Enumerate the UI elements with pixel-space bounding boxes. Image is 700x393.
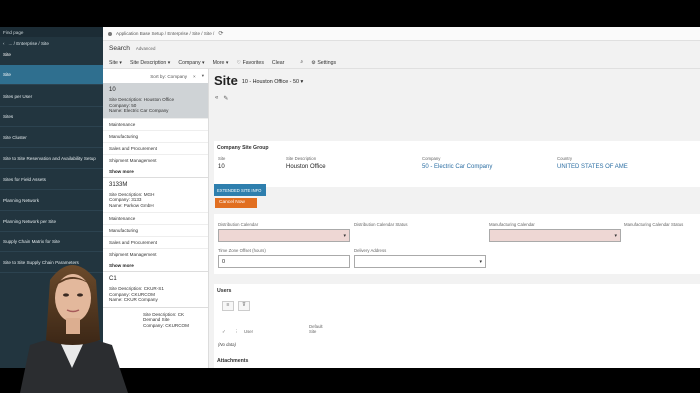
country-link[interactable]: UNITED STATES OF AME: [557, 164, 628, 170]
chevron-down-icon: ▾: [343, 233, 346, 239]
filter-site-description[interactable]: Site Description ▾: [130, 60, 170, 66]
presenter-video-overlay: [20, 265, 128, 393]
extended-site-info-group: Distribution Calendar ▾ Distribution Cal…: [214, 214, 700, 274]
close-icon[interactable]: ×: [193, 74, 196, 79]
distribution-calendar-field[interactable]: ▾: [218, 229, 350, 242]
settings-button[interactable]: ⚙ Settings: [311, 60, 336, 66]
show-more-link[interactable]: Show more: [103, 166, 208, 177]
search-row: Search Advanced: [103, 41, 700, 55]
detail-panel: Site 10 - Houston Office - 50 ▾ « ✎ Compa…: [209, 69, 700, 368]
filter-icon[interactable]: ⊽: [238, 301, 250, 311]
refresh-icon[interactable]: ⟳: [218, 30, 223, 37]
company-site-group: Company Site Group Site 10 Site Descript…: [214, 141, 700, 187]
breadcrumb[interactable]: Application Base Setup / Enterprise / Si…: [116, 31, 214, 36]
chevron-down-icon: ▾: [614, 233, 617, 239]
select-all-checkbox[interactable]: ✓: [222, 329, 226, 335]
card-link[interactable]: Sales and Procurement: [103, 236, 208, 248]
site-description-value: Houston Office: [286, 164, 326, 170]
home-icon[interactable]: [108, 31, 112, 36]
company-link[interactable]: 50 - Electric Car Company: [422, 164, 492, 170]
list-item[interactable]: 10 Site Description: Houston Office Comp…: [103, 83, 208, 118]
nav-item-site-cluster[interactable]: Site Cluster: [0, 128, 103, 148]
filter-more[interactable]: More ▾: [213, 60, 229, 66]
no-data-text: (No data): [218, 342, 236, 347]
tab-extended-site-info[interactable]: EXTENDED SITE INFO: [214, 184, 266, 196]
card-link[interactable]: Maintenance: [103, 212, 208, 224]
sort-bar: Sort by: Company × ▾: [103, 69, 208, 83]
column-header-default-site[interactable]: Default Site: [309, 324, 329, 334]
nav-item-site-reservation[interactable]: Site to Site Reservation and Availabilit…: [0, 149, 103, 169]
attachment-icon[interactable]: ✎: [223, 95, 228, 102]
chevron-down-icon[interactable]: ▾: [202, 73, 204, 79]
nav-item-planning-network-per-site[interactable]: Planning Network per Site: [0, 212, 103, 232]
delivery-address-select[interactable]: ▾: [354, 255, 486, 268]
manufacturing-calendar-field[interactable]: ▾: [489, 229, 621, 242]
nav-section-title: Site: [3, 52, 11, 57]
nav-item-planning-network[interactable]: Planning Network: [0, 191, 103, 211]
list-view-icon[interactable]: ≡: [222, 301, 234, 311]
record-selector[interactable]: 10 - Houston Office - 50 ▾: [242, 79, 303, 85]
site-value: 10: [218, 164, 225, 170]
nav-item-field-assets[interactable]: Sites for Field Assets: [0, 170, 103, 190]
column-header-user[interactable]: User: [244, 329, 253, 334]
advanced-search-link[interactable]: Advanced: [136, 46, 156, 51]
nav-item-supply-chain-matrix[interactable]: Supply Chain Matrix for Site: [0, 232, 103, 252]
card-link[interactable]: Maintenance: [103, 117, 208, 130]
search-icon[interactable]: ⌕: [300, 59, 303, 66]
list-item[interactable]: 3133M Site Description: MGH Company: 313…: [103, 176, 208, 213]
attachments-group[interactable]: Attachments: [214, 354, 700, 368]
time-zone-offset-input[interactable]: 0: [218, 255, 350, 268]
card-link[interactable]: Shipment Management: [103, 153, 208, 166]
card-link[interactable]: Sales and Procurement: [103, 141, 208, 154]
page-title: Site 10 - Houston Office - 50 ▾: [214, 73, 304, 88]
search-label[interactable]: Search: [109, 45, 130, 52]
nav-breadcrumb[interactable]: ‹... / Enterprise / Site: [0, 37, 103, 49]
top-breadcrumb-bar: Application Base Setup / Enterprise / Si…: [103, 27, 700, 41]
card-link[interactable]: Manufacturing: [103, 224, 208, 236]
nav-item-sites-per-user[interactable]: Sites per User: [0, 87, 103, 107]
sort-select[interactable]: Sort by: Company: [150, 74, 187, 79]
filter-menu-bar: Site ▾ Site Description ▾ Company ▾ More…: [103, 57, 700, 69]
back-chevron-icon[interactable]: ‹: [3, 41, 5, 46]
chevron-down-icon: ▾: [479, 259, 482, 265]
nav-item-sites[interactable]: Sites: [0, 107, 103, 127]
row-menu-icon[interactable]: ⋮: [234, 329, 238, 335]
find-page-input[interactable]: Find page: [0, 27, 103, 37]
group-title: Company Site Group: [217, 145, 269, 151]
cancel-now-button[interactable]: Cancel Now: [215, 198, 257, 208]
card-link[interactable]: Manufacturing: [103, 129, 208, 142]
group-title: Attachments: [217, 358, 249, 364]
clear-button[interactable]: Clear: [272, 60, 284, 66]
double-chevron-left-icon[interactable]: «: [215, 95, 218, 102]
filter-site[interactable]: Site ▾: [109, 60, 122, 66]
nav-item-site[interactable]: Site: [0, 65, 103, 85]
filter-company[interactable]: Company ▾: [178, 60, 204, 66]
toolbar-icons: « ✎: [215, 95, 228, 102]
users-group: Users ≡ ⊽ ✓ ⋮ User Default Site (No data…: [214, 284, 700, 354]
favorites-button[interactable]: ♡ Favorites: [236, 60, 263, 66]
group-title: Users: [217, 288, 232, 294]
